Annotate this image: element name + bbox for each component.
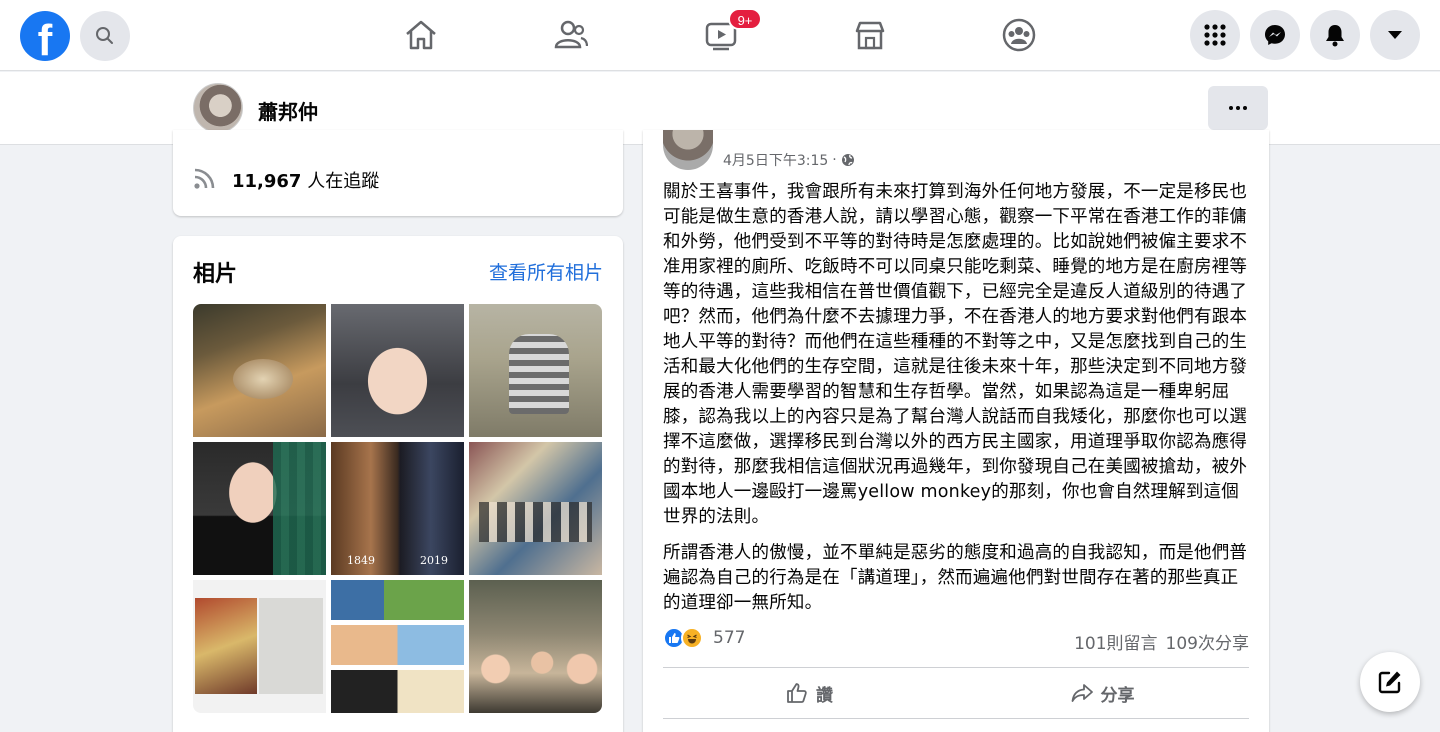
- like-button[interactable]: 讚: [663, 668, 956, 718]
- globe-icon[interactable]: [841, 153, 855, 167]
- post-actions: 讚 分享: [663, 668, 1249, 718]
- profile-avatar[interactable]: [193, 83, 243, 133]
- photo-thumbnail[interactable]: [469, 304, 602, 437]
- menu-grid-icon: [1204, 24, 1226, 46]
- dot: [1236, 106, 1240, 110]
- follower-count-text[interactable]: 11,967 人在追蹤: [232, 167, 379, 193]
- photo-grid: 1849 2019: [193, 304, 602, 713]
- home-icon: [406, 20, 436, 50]
- reactions-summary[interactable]: 577: [663, 627, 745, 649]
- photo-thumbnail[interactable]: [193, 442, 326, 575]
- share-arrow-icon: [1071, 684, 1093, 702]
- followers-card: 11,967 人在追蹤: [173, 130, 623, 216]
- home-tab[interactable]: [403, 17, 439, 53]
- photo-caption-right: 2019: [420, 554, 448, 567]
- top-navigation: f 9+: [0, 0, 1440, 71]
- post-stats: 101則留言 109次分享: [1074, 629, 1249, 654]
- marketplace-tab[interactable]: [852, 17, 888, 53]
- groups-tab[interactable]: [1001, 17, 1037, 53]
- comment-count-link[interactable]: 101則留言: [1074, 634, 1157, 654]
- dot: [1229, 106, 1233, 110]
- rss-follow-icon: [194, 168, 215, 189]
- comic-panel: [331, 670, 464, 713]
- groups-icon: [1002, 18, 1036, 52]
- notifications-icon: [1326, 25, 1344, 47]
- profile-name[interactable]: 蕭邦仲: [258, 96, 318, 125]
- post-timestamp[interactable]: 4月5日下午3:15: [723, 150, 828, 170]
- post-author-avatar[interactable]: [663, 130, 713, 170]
- post-card: 4月5日下午3:15 · 關於王喜事件，我會跟所有未來打算到海外任何地方發展，不…: [643, 130, 1269, 732]
- divider: [663, 718, 1249, 719]
- comic-panel: [331, 580, 464, 620]
- photo-caption-left: 1849: [347, 554, 375, 567]
- photo-thumbnail[interactable]: 1849 2019: [331, 442, 464, 575]
- post-paragraph: 關於王喜事件，我會跟所有未來打算到海外任何地方發展，不一定是移民也可能是做生意的…: [663, 182, 1248, 527]
- photo-thumbnail[interactable]: [469, 580, 602, 713]
- share-label: 分享: [1100, 685, 1135, 706]
- photos-card: 相片 查看所有相片 1849 2019: [173, 236, 623, 732]
- reaction-count: 577: [713, 628, 746, 648]
- messenger-icon: [1265, 25, 1285, 45]
- photo-thumbnail[interactable]: [331, 304, 464, 437]
- search-icon: [96, 27, 113, 44]
- photos-title[interactable]: 相片: [193, 256, 237, 288]
- meta-separator: ·: [832, 152, 837, 168]
- menu-button[interactable]: [1190, 10, 1240, 60]
- new-message-button[interactable]: [1360, 652, 1420, 712]
- post-body: 關於王喜事件，我會跟所有未來打算到海外任何地方發展，不一定是移民也可能是做生意的…: [663, 180, 1249, 627]
- follower-count: 11,967: [232, 171, 302, 192]
- haha-reaction-icon: [681, 627, 703, 649]
- dot: [1243, 106, 1247, 110]
- friends-icon: [554, 20, 588, 49]
- share-button[interactable]: 分享: [956, 668, 1249, 718]
- thumbs-up-icon: [787, 683, 807, 703]
- notifications-button[interactable]: [1310, 10, 1360, 60]
- messenger-button[interactable]: [1250, 10, 1300, 60]
- facebook-logo[interactable]: f: [20, 11, 70, 61]
- post-paragraph: 所謂香港人的傲慢，並不單純是惡劣的態度和過高的自我認知，而是他們普遍認為自己的行…: [663, 543, 1248, 613]
- marketplace-icon: [855, 21, 885, 50]
- comic-panel: [331, 625, 464, 665]
- search-button[interactable]: [80, 11, 130, 61]
- friends-tab[interactable]: [553, 17, 589, 53]
- see-all-photos-link[interactable]: 查看所有相片: [489, 258, 603, 285]
- account-menu-button[interactable]: [1370, 10, 1420, 60]
- photo-thumbnail[interactable]: [331, 580, 464, 713]
- post-meta: 4月5日下午3:15 ·: [723, 150, 855, 170]
- photo-thumbnail[interactable]: [193, 580, 326, 713]
- like-label: 讚: [816, 685, 833, 706]
- share-count-link[interactable]: 109次分享: [1166, 634, 1249, 654]
- watch-notification-badge: 9+: [728, 8, 762, 30]
- photo-thumbnail[interactable]: [469, 442, 602, 575]
- compose-icon: [1378, 671, 1401, 694]
- account-dropdown-icon: [1388, 31, 1402, 39]
- follower-suffix: 人在追蹤: [301, 171, 380, 192]
- more-options-button[interactable]: [1208, 86, 1268, 130]
- photo-thumbnail[interactable]: [193, 304, 326, 437]
